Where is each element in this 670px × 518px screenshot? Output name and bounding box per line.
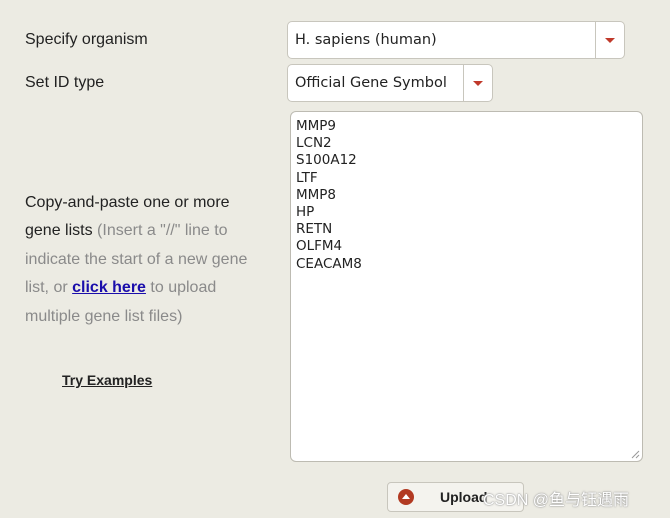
organism-value: H. sapiens (human) (295, 32, 437, 48)
resize-grip-icon[interactable] (631, 450, 640, 459)
id-type-dropdown-arrow[interactable] (463, 65, 492, 101)
id-type-label: Set ID type (25, 74, 105, 91)
click-here-link[interactable]: click here (72, 279, 146, 296)
gene-line: MMP9 (296, 118, 337, 134)
gene-line: S100A12 (296, 152, 357, 169)
gene-line: OLFM4 (296, 238, 343, 255)
watermark: CSDN @鱼与钰遇雨 (483, 492, 630, 509)
gene-line: LCN2 (296, 135, 332, 152)
gene-list-instructions: Copy-and-paste one or more gene lists (I… (25, 189, 265, 331)
chevron-down-icon (473, 80, 483, 86)
organism-select[interactable]: H. sapiens (human) (287, 21, 625, 59)
gene-line: MMP8 (296, 186, 337, 203)
try-examples-link[interactable]: Try Examples (62, 372, 152, 388)
upload-icon (398, 489, 414, 505)
upload-label: Upload (440, 489, 488, 505)
gene-line: RETN (296, 221, 333, 238)
organism-label: Specify organism (25, 31, 148, 48)
gene-line: CEACAM8 (296, 255, 362, 272)
id-type-select[interactable]: Official Gene Symbol (287, 64, 493, 102)
chevron-down-icon (605, 37, 615, 43)
gene-line: LTF (296, 169, 318, 186)
id-type-value: Official Gene Symbol (295, 75, 447, 91)
gene-list-textarea[interactable]: MMP9 LCN2 S100A12 LTF MMP8 HP RETN OLFM4 CEACAM8 (290, 111, 643, 462)
organism-dropdown-arrow[interactable] (595, 22, 624, 58)
gene-line: HP (296, 204, 315, 221)
